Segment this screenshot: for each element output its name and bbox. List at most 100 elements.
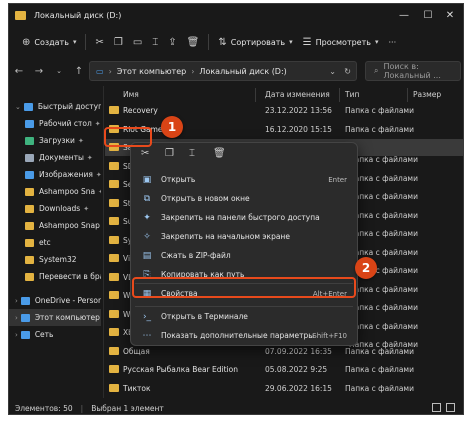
sort-icon: ⇅ [218,36,227,48]
sidebar-item[interactable]: Документы ✦ [9,149,101,166]
cut-icon[interactable]: ✂ [141,148,149,159]
sidebar-item[interactable]: etc [9,234,101,251]
close-button[interactable]: ✕ [439,4,461,26]
column-type[interactable]: Тип [345,90,359,99]
up-arrow-icon[interactable]: ↑ [69,66,89,77]
paste-button[interactable]: ▭ [128,31,147,53]
address-dropdown-icon[interactable]: ⌄ [329,67,336,76]
file-row[interactable]: Riot Games 16.12.2020 15:15 Папка с файлам… [105,121,463,138]
menu-item[interactable]: ▤ Сжать в ZIP-файл [135,247,353,264]
back-arrow-icon[interactable]: ← [9,66,29,77]
search-input[interactable]: ⌕ Поиск в: Локальный ... [365,61,461,81]
file-type: Папка с файлами [349,210,418,220]
callout-2: 2 [355,257,377,279]
chevron-right-icon[interactable]: › [15,297,18,305]
cut-button[interactable]: ✂ [90,31,108,53]
delete-icon[interactable]: 🗑 [213,148,226,159]
folder-icon [109,254,119,262]
breadcrumb-chevron-icon: › [108,66,112,76]
forward-arrow-icon[interactable]: → [29,66,49,77]
more-button[interactable]: ··· [384,31,402,53]
column-divider[interactable] [339,88,340,102]
maximize-button[interactable]: ☐ [417,4,439,26]
column-date[interactable]: Дата изменения [265,90,330,99]
breadcrumb-this-pc[interactable]: Этот компьютер [117,67,186,76]
file-type: Папка с файлами [349,192,418,201]
folder-icon [25,221,34,230]
computer-icon [20,313,30,322]
highlight-properties-item [132,277,356,298]
tiles-view-icon[interactable] [446,403,455,412]
sidebar-item[interactable]: › Этот компьютер [9,309,101,326]
menu-item[interactable]: ⋯ Показать дополнительные параметры Shift+… [135,327,353,344]
sidebar-item[interactable]: Перевести в бра [9,268,101,285]
folder-icon [109,365,119,373]
details-view-icon[interactable] [432,403,441,412]
sidebar-item[interactable]: Ashampoo Snap 9 [9,217,101,234]
chevron-right-icon[interactable]: › [15,314,18,322]
open-icon: ▣ [142,174,152,185]
sidebar-item[interactable]: Загрузки ✦ [9,132,101,149]
view-icon: ☰ [302,36,312,48]
sidebar-item[interactable]: Изображения✦ [9,166,101,183]
document-icon [25,153,34,162]
menu-item[interactable]: ›_ Открыть в Терминале [135,308,353,325]
callout-1: 1 [161,116,183,138]
file-type: Папка с файлами [345,383,414,393]
sidebar-item-label: Рабочий стол [39,119,92,128]
sort-label: Сортировать [230,37,286,47]
column-divider[interactable] [255,88,256,102]
file-row[interactable]: Русская Рыбалка Bear Edition 05.08.2022 9… [105,361,463,378]
menu-item[interactable]: ⧉ Открыть в новом окне [135,190,353,207]
address-bar[interactable]: ▭ › Этот компьютер › Локальный диск (D:)… [89,61,357,81]
minimize-button[interactable]: — [393,4,415,26]
menu-item[interactable]: ▣ Открыть Enter [135,171,353,188]
item-count: Элементов: 50 [15,403,73,413]
file-row[interactable]: Recovery 23.12.2022 13:56 Папка с файлами [105,102,463,119]
share-button[interactable]: ⇪ [163,31,181,53]
rename-button[interactable]: ⌶ [147,31,163,53]
breadcrumb-drive-d[interactable]: Локальный диск (D:) [199,67,286,76]
rename-icon[interactable]: ⌶ [189,148,195,159]
sidebar-item[interactable]: ⌄ Быстрый доступ [9,98,101,115]
plus-circle-icon: ⊕ [22,36,31,48]
context-menu-quick-actions: ✂ ❐ ⌶ 🗑 [131,143,357,167]
column-size[interactable]: Размер [413,90,441,99]
file-type: Папка с файлами [349,284,418,294]
column-name[interactable]: Имя [123,90,139,99]
view-button[interactable]: ☰ Просмотреть ▾ [298,31,384,53]
copy-icon[interactable]: ❐ [165,148,174,159]
menu-item[interactable]: ✦ Закрепить на панели быстрого доступа [135,209,353,226]
file-row[interactable]: Тикток 29.06.2022 16:15 Папка с файлами [105,380,463,397]
file-type: Папка с файлами [349,340,418,349]
pin-icon: ✦ [96,171,101,179]
chevron-down-icon[interactable]: ⌄ [15,103,21,111]
status-divider: | [80,403,84,413]
recent-chevron-icon[interactable]: ⌄ [49,67,69,75]
column-divider[interactable] [407,88,408,102]
sidebar-item[interactable]: › Сеть [9,326,101,343]
folder-icon [109,198,119,207]
breadcrumb-chevron-icon: › [191,66,195,76]
folder-icon [109,235,119,244]
sort-button[interactable]: ⇅ Сортировать ▾ [213,31,297,53]
menu-item-shortcut: Shift+F10 [312,331,347,340]
rename-icon: ⌶ [152,36,159,48]
chevron-right-icon[interactable]: › [15,331,18,339]
selected-count: Выбран 1 элемент [91,403,164,413]
sidebar-item[interactable]: Ashampoo Sna✦ [9,183,101,200]
sidebar-item[interactable]: System32 [9,251,101,268]
menu-item[interactable]: ✧ Закрепить на начальном экране [135,228,353,245]
file-type: Папка с файлами [349,229,418,238]
refresh-icon[interactable]: ↻ [344,67,351,76]
sidebar-item-label: Сеть [34,330,54,339]
desktop-icon [25,119,34,128]
delete-button[interactable]: 🗑 [182,31,205,53]
folder-icon [109,346,119,355]
sidebar-item[interactable]: › OneDrive - Personal [9,292,101,309]
pin-icon: ✦ [94,119,101,128]
sidebar-item[interactable]: Downloads ✦ [9,200,101,217]
create-button[interactable]: ⊕ Создать ▾ [17,31,81,53]
copy-button[interactable]: ❐ [109,31,128,53]
sidebar-item[interactable]: Рабочий стол ✦ [9,115,101,132]
